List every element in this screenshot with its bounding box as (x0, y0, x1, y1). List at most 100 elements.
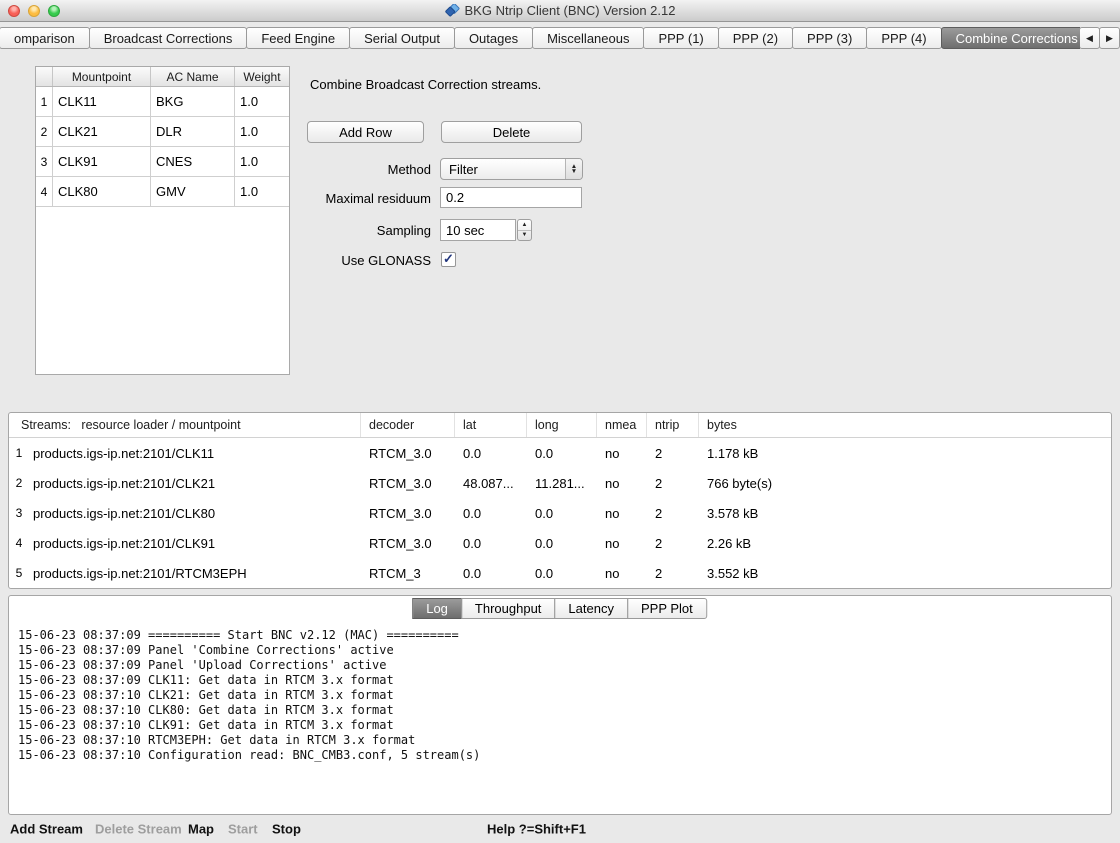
combine-header-mountpoint: Mountpoint (53, 67, 151, 86)
row-number: 4 (36, 177, 53, 207)
cell-weight[interactable]: 1.0 (235, 117, 289, 147)
cell-mountpoint[interactable]: CLK91 (53, 147, 151, 177)
tab-scroll-left-button[interactable]: ◀ (1079, 27, 1100, 49)
stream-long: 0.0 (527, 498, 597, 528)
cell-weight[interactable]: 1.0 (235, 147, 289, 177)
tab[interactable]: PPP (1) (643, 27, 718, 49)
row-number: 1 (36, 87, 53, 117)
use-glonass-checkbox[interactable]: ✓ (441, 252, 456, 267)
streams-header-ntrip: ntrip (647, 413, 699, 437)
stream-bytes: 766 byte(s) (699, 468, 1111, 498)
delete-button[interactable]: Delete (441, 121, 582, 143)
residuum-label: Maximal residuum (306, 187, 431, 209)
log-line: 15-06-23 08:37:09 Panel 'Upload Correcti… (18, 658, 1102, 673)
streams-header-bytes: bytes (699, 413, 1111, 437)
log-tab[interactable]: Log (412, 598, 462, 619)
tab-scroll-right-button[interactable]: ▶ (1099, 27, 1120, 49)
streams-body: 1 products.igs-ip.net:2101/CLK11 RTCM_3.… (9, 438, 1111, 588)
residuum-input[interactable] (440, 187, 582, 208)
add-stream-button[interactable]: Add Stream (10, 822, 83, 837)
add-row-button[interactable]: Add Row (307, 121, 424, 143)
log-tab[interactable]: Throughput (461, 598, 556, 619)
stream-row-number: 2 (9, 468, 29, 498)
tab[interactable]: Combine Corrections (941, 27, 1080, 49)
log-tab-strip: Log Throughput Latency PPP Plot (413, 598, 707, 619)
close-button[interactable] (8, 5, 20, 17)
stop-button[interactable]: Stop (272, 822, 301, 837)
tab-label: Outages (469, 31, 518, 46)
cell-acname[interactable]: BKG (151, 87, 235, 117)
stream-nmea: no (597, 438, 647, 468)
cell-acname[interactable]: DLR (151, 117, 235, 147)
tab[interactable]: PPP (2) (718, 27, 793, 49)
cell-mountpoint[interactable]: CLK80 (53, 177, 151, 207)
titlebar: BKG Ntrip Client (BNC) Version 2.12 (0, 0, 1120, 22)
stream-row[interactable]: 3 products.igs-ip.net:2101/CLK80 RTCM_3.… (9, 498, 1111, 528)
streams-header: Streams: resource loader / mountpoint de… (9, 413, 1111, 438)
stream-ntrip: 2 (647, 558, 699, 588)
method-value: Filter (441, 162, 565, 177)
tab-label: PPP (1) (658, 31, 703, 46)
stream-ntrip: 2 (647, 468, 699, 498)
stream-bytes: 3.552 kB (699, 558, 1111, 588)
tab[interactable]: Serial Output (349, 27, 455, 49)
log-line: 15-06-23 08:37:10 RTCM3EPH: Get data in … (18, 733, 1102, 748)
delete-stream-button: Delete Stream (95, 822, 182, 837)
stream-decoder: RTCM_3 (361, 558, 455, 588)
stream-row[interactable]: 1 products.igs-ip.net:2101/CLK11 RTCM_3.… (9, 438, 1111, 468)
tab[interactable]: Feed Engine (246, 27, 350, 49)
tab[interactable]: Miscellaneous (532, 27, 644, 49)
stream-row-number: 3 (9, 498, 29, 528)
tab-label: Feed Engine (261, 31, 335, 46)
log-tab-label: PPP Plot (641, 601, 693, 616)
window-title: BKG Ntrip Client (BNC) Version 2.12 (445, 3, 676, 18)
log-tab[interactable]: Latency (554, 598, 628, 619)
stream-lat: 0.0 (455, 528, 527, 558)
minimize-button[interactable] (28, 5, 40, 17)
stream-row[interactable]: 5 products.igs-ip.net:2101/RTCM3EPH RTCM… (9, 558, 1111, 588)
tab[interactable]: Broadcast Corrections (89, 27, 248, 49)
log-tab-label: Latency (568, 601, 614, 616)
combine-header-weight: Weight (235, 67, 289, 86)
cell-acname[interactable]: GMV (151, 177, 235, 207)
sampling-label: Sampling (306, 219, 431, 241)
zoom-button[interactable] (48, 5, 60, 17)
glonass-label: Use GLONASS (306, 249, 431, 271)
tab-label: omparison (14, 31, 75, 46)
tab[interactable]: omparison (0, 27, 90, 49)
combine-table-row: 3 CLK91 CNES 1.0 (36, 147, 289, 177)
log-output: 15-06-23 08:37:09 ========== Start BNC v… (18, 628, 1102, 808)
combine-header-corner (36, 67, 53, 86)
cell-weight[interactable]: 1.0 (235, 177, 289, 207)
cell-mountpoint[interactable]: CLK21 (53, 117, 151, 147)
streams-panel: Streams: resource loader / mountpoint de… (8, 412, 1112, 589)
combine-table-header: Mountpoint AC Name Weight (36, 67, 289, 87)
stream-nmea: no (597, 528, 647, 558)
stream-row[interactable]: 4 products.igs-ip.net:2101/CLK91 RTCM_3.… (9, 528, 1111, 558)
cell-weight[interactable]: 1.0 (235, 87, 289, 117)
method-label: Method (306, 158, 431, 180)
stream-row[interactable]: 2 products.igs-ip.net:2101/CLK21 RTCM_3.… (9, 468, 1111, 498)
row-number: 3 (36, 147, 53, 177)
tab-label: PPP (4) (881, 31, 926, 46)
streams-header-main: Streams: resource loader / mountpoint (9, 413, 361, 437)
log-tab[interactable]: PPP Plot (627, 598, 707, 619)
log-tab-label: Log (426, 601, 448, 616)
scroll-left-icon: ◀ (1086, 33, 1093, 44)
tab[interactable]: PPP (4) (866, 27, 941, 49)
log-line: 15-06-23 08:37:10 CLK21: Get data in RTC… (18, 688, 1102, 703)
map-button[interactable]: Map (188, 822, 214, 837)
method-dropdown[interactable]: Filter ▲▼ (440, 158, 583, 180)
streams-header-nmea: nmea (597, 413, 647, 437)
stream-long: 11.281... (527, 468, 597, 498)
spin-down-icon[interactable]: ▼ (518, 231, 531, 241)
combine-table-body: 1 CLK11 BKG 1.0 2 CLK21 DLR 1.0 3 CLK91 … (36, 87, 289, 207)
tab[interactable]: PPP (3) (792, 27, 867, 49)
sampling-input[interactable] (440, 219, 516, 241)
cell-acname[interactable]: CNES (151, 147, 235, 177)
stream-nmea: no (597, 468, 647, 498)
spin-up-icon[interactable]: ▲ (518, 220, 531, 231)
stream-ntrip: 2 (647, 528, 699, 558)
cell-mountpoint[interactable]: CLK11 (53, 87, 151, 117)
tab[interactable]: Outages (454, 27, 533, 49)
